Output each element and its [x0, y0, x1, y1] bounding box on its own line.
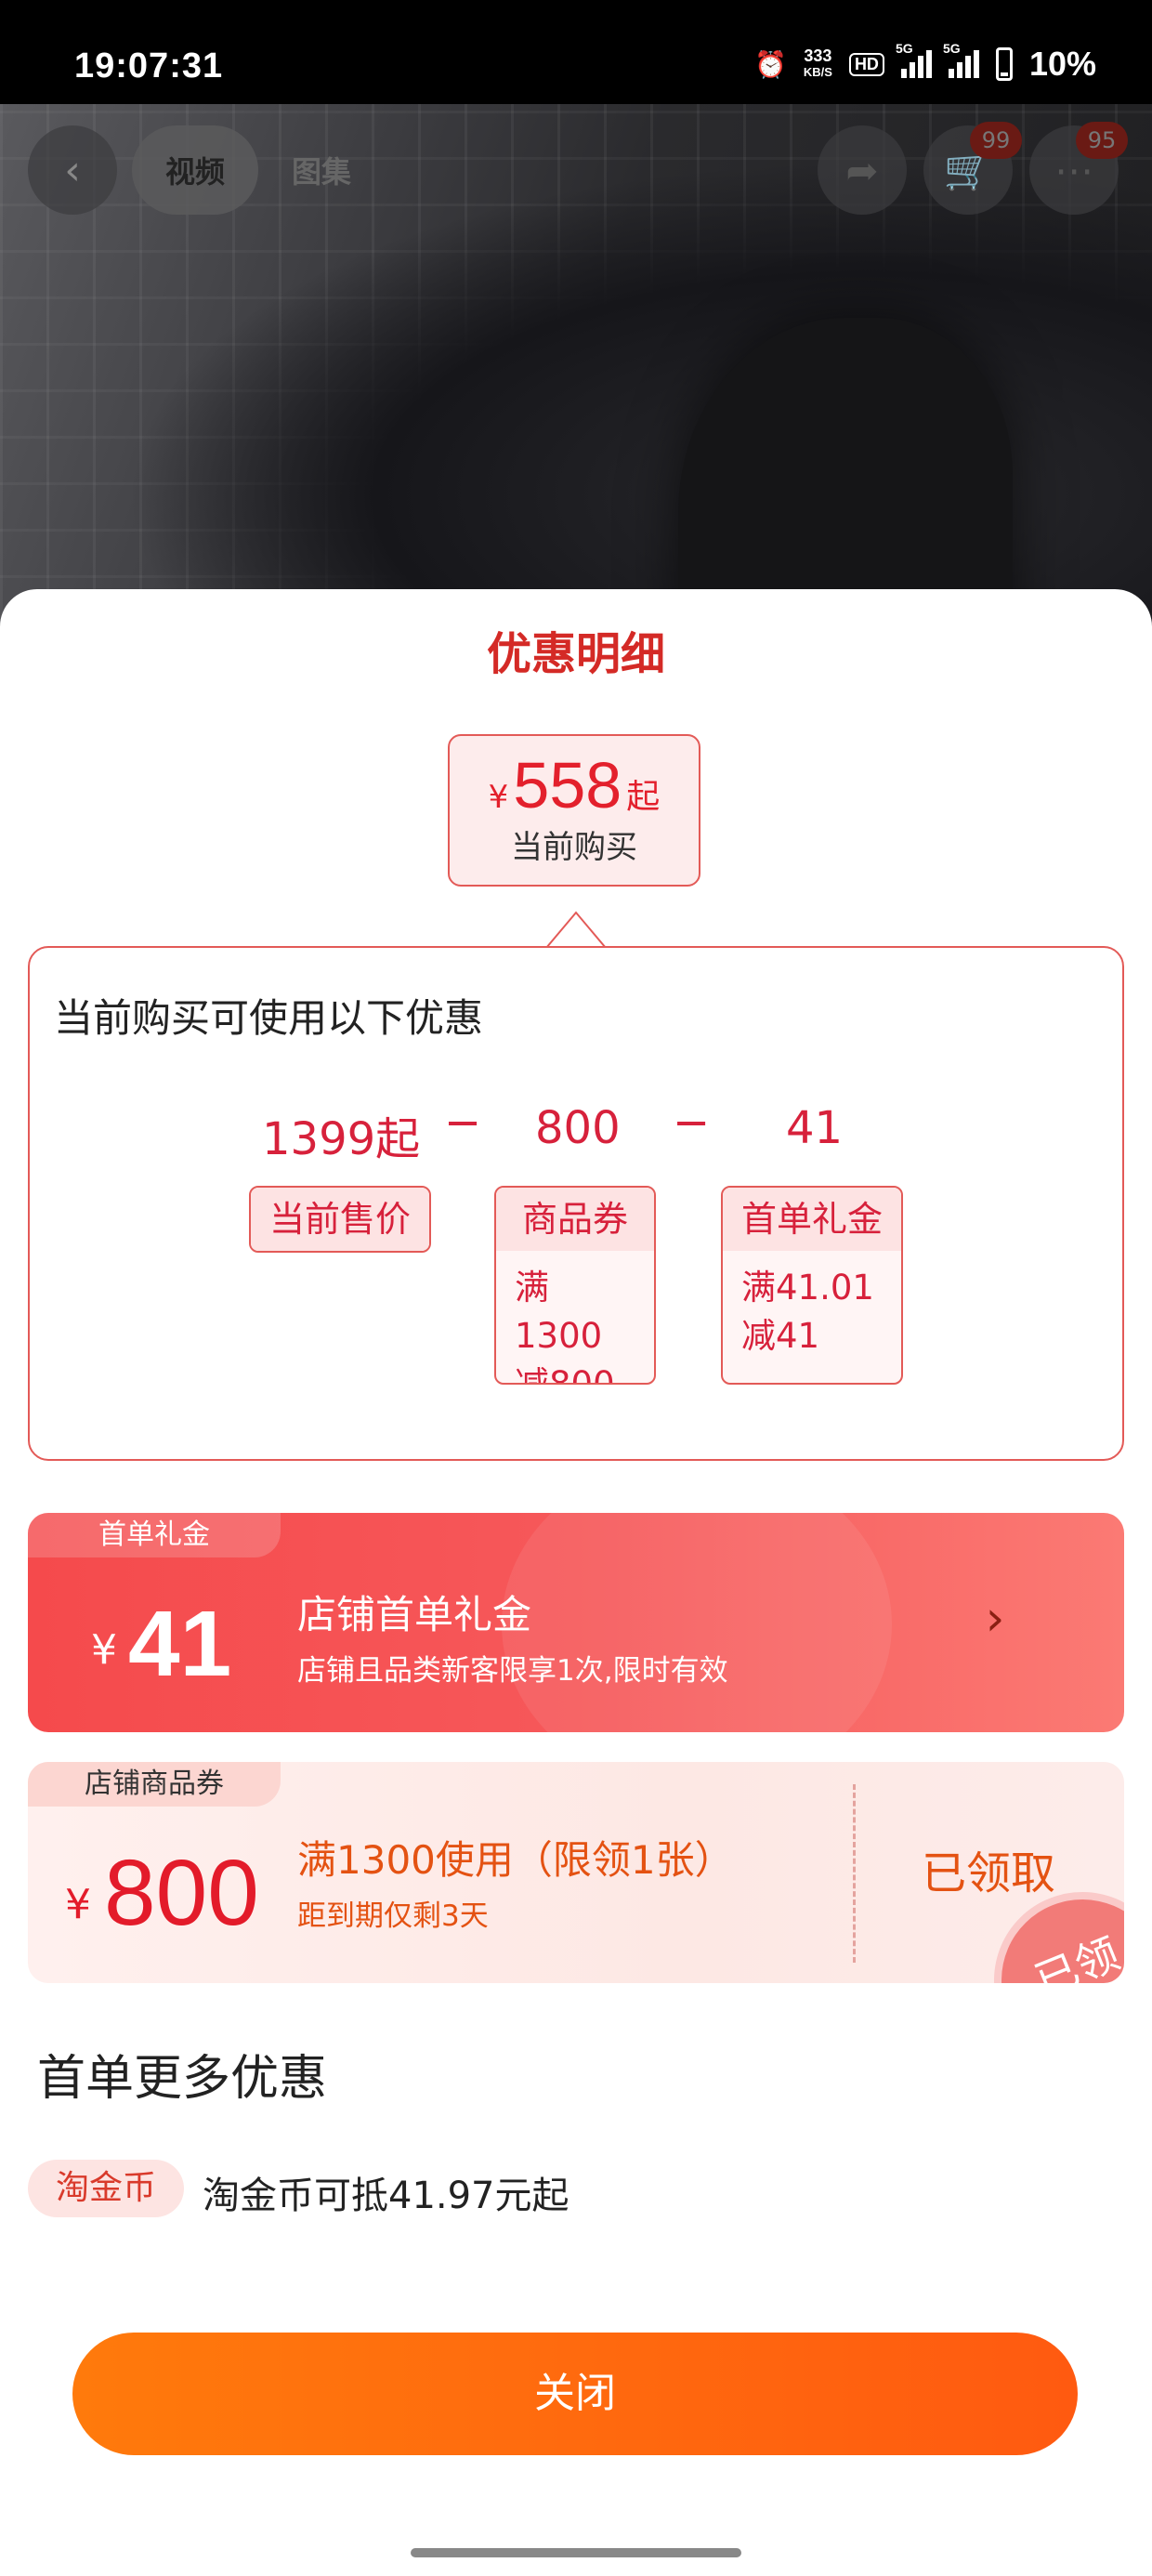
- hd-icon: HD: [848, 52, 884, 76]
- gift-card-currency: ¥: [91, 1626, 117, 1674]
- breakdown-notch: [546, 911, 606, 948]
- cart-button[interactable]: 🛒 99: [923, 122, 1022, 215]
- current-price-tag: ¥ 558 起 当前购买: [448, 734, 700, 887]
- status-time: 19:07:31: [74, 46, 224, 85]
- price-suffix: 起: [626, 778, 661, 816]
- more-button[interactable]: ⋯ 95: [1029, 122, 1128, 215]
- gift-label: 首单礼金: [723, 1188, 901, 1251]
- discount-detail-sheet: 优惠明细 ¥ 558 起 当前购买 当前购买可使用以下优惠 1399起 − 80…: [0, 589, 1152, 2576]
- coupon-discount: 减800: [515, 1364, 615, 1385]
- price-currency: ¥: [488, 779, 509, 816]
- breakdown-heading: 当前购买可使用以下优惠: [54, 995, 484, 1041]
- share-button[interactable]: ➦: [818, 125, 907, 215]
- battery-icon: [995, 47, 1013, 81]
- price-label: 当前购买: [511, 829, 637, 866]
- gift-card-tab: 首单礼金: [28, 1513, 281, 1557]
- tab-gallery[interactable]: 图集: [258, 125, 385, 215]
- signal-type-2: 5G: [942, 41, 961, 56]
- gift-card-title: 店铺首单礼金: [297, 1592, 532, 1637]
- net-speed-value: 333: [804, 46, 832, 65]
- original-price-label: 当前售价: [251, 1188, 429, 1251]
- close-button[interactable]: 关闭: [72, 2333, 1078, 2455]
- more-badge: 95: [1076, 122, 1128, 159]
- coupon-label: 商品券: [496, 1188, 654, 1251]
- net-speed-unit: KB/S: [803, 65, 832, 79]
- gift-discount: 减41: [741, 1316, 820, 1356]
- coupon-card-currency: ¥: [65, 1881, 91, 1928]
- gift-card-amount: 41: [128, 1592, 232, 1696]
- coupon-condition: 满1300: [515, 1268, 603, 1356]
- net-speed: 333 KB/S: [804, 47, 832, 81]
- coupon-claimed-status: 已领取: [922, 1847, 1056, 1899]
- alarm-icon: ⏰: [754, 48, 787, 80]
- chevron-right-icon[interactable]: ›: [962, 1591, 1028, 1656]
- cart-badge: 99: [970, 122, 1022, 159]
- status-bar: 19:07:31 ⏰ 333 KB/S HD 5G 5G 10%: [0, 0, 1152, 104]
- coupon-card-desc: 距到期仅剩3天: [297, 1899, 489, 1933]
- share-icon: ➦: [845, 147, 879, 193]
- signal-icon: 5G: [896, 41, 932, 78]
- gift-box: 首单礼金 满41.01 减41: [721, 1186, 903, 1385]
- battery-level: 10%: [1028, 45, 1096, 83]
- store-coupon-card: 店铺商品券 ¥ 800 满1300使用（限领1张） 距到期仅剩3天 已领取 已领: [28, 1762, 1124, 1983]
- sheet-title: 优惠明细: [486, 628, 665, 680]
- coupon-divider: [853, 1784, 856, 1963]
- gift-value: 41: [786, 1102, 844, 1154]
- coupon-value: 800: [535, 1102, 621, 1154]
- coupon-card-amount: 800: [104, 1841, 259, 1945]
- original-price-value: 1399起: [262, 1113, 421, 1165]
- price-amount: 558: [513, 749, 622, 821]
- price-breakdown-box: 当前购买可使用以下优惠 1399起 − 800 − 41 当前售价 商品券 满1…: [28, 946, 1124, 1461]
- gift-condition: 满41.01: [741, 1268, 874, 1308]
- chevron-left-icon: ‹: [64, 146, 81, 194]
- more-offers-title: 首单更多优惠: [37, 2051, 328, 2107]
- coin-offer-text: 淘金币可抵41.97元起: [203, 2175, 569, 2217]
- media-tabs: 视频 图集: [132, 125, 385, 215]
- minus-operator: −: [444, 1097, 482, 1149]
- gift-card-desc: 店铺且品类新客限享1次,限时有效: [297, 1654, 728, 1688]
- coupon-box: 商品券 满1300 减800: [494, 1186, 656, 1385]
- gift-card-decoration: [502, 1513, 892, 1732]
- back-button[interactable]: ‹: [28, 125, 117, 215]
- tab-video[interactable]: 视频: [132, 125, 259, 215]
- original-price-box: 当前售价: [249, 1186, 431, 1253]
- minus-operator-2: −: [673, 1097, 711, 1149]
- first-order-gift-card[interactable]: 首单礼金 ¥ 41 店铺首单礼金 店铺且品类新客限享1次,限时有效 ›: [28, 1513, 1124, 1732]
- coin-badge: 淘金币: [28, 2160, 184, 2217]
- coupon-card-tab: 店铺商品券: [28, 1762, 281, 1807]
- status-icons: ⏰ 333 KB/S HD 5G 5G 10%: [754, 41, 1096, 84]
- coupon-card-title: 满1300使用（限领1张）: [297, 1837, 734, 1883]
- home-indicator[interactable]: [411, 2548, 741, 2557]
- signal-type: 5G: [895, 41, 913, 56]
- signal-icon-2: 5G: [943, 41, 979, 78]
